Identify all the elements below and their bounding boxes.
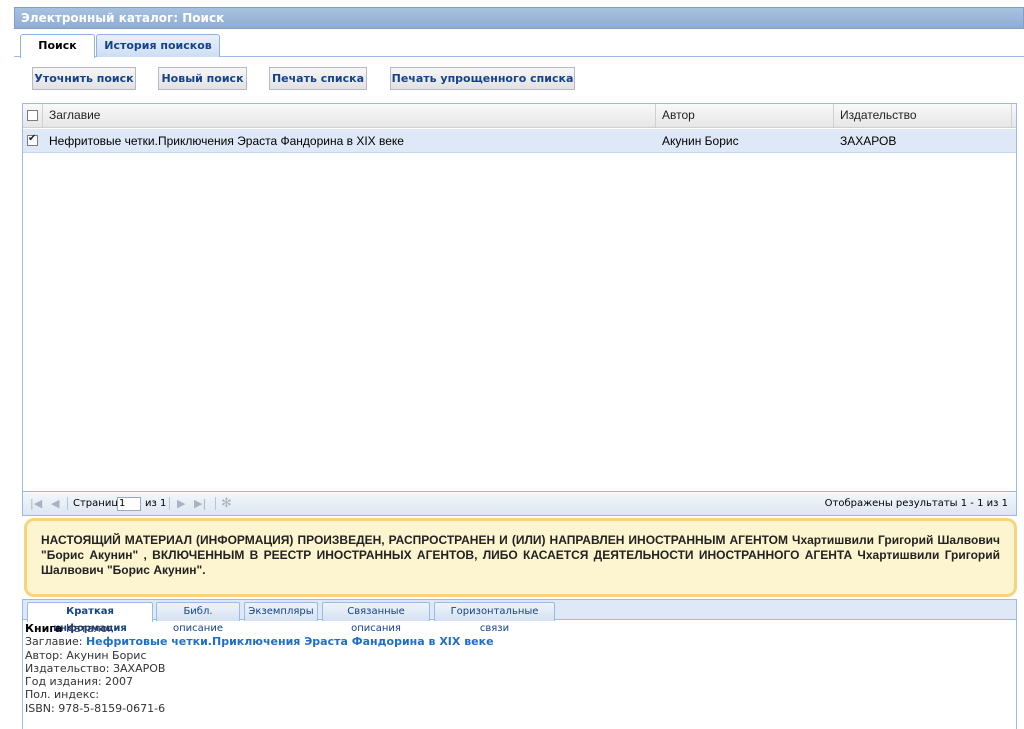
tab-horizontal-links[interactable]: Горизонтальные связи	[434, 602, 555, 634]
info-year: Год издания: 2007	[25, 675, 134, 689]
last-page-icon[interactable]: ▶|	[194, 492, 206, 515]
pager-separator	[67, 497, 68, 510]
info-publisher: Издательство: ЗАХАРОВ	[25, 661, 166, 675]
column-title[interactable]: Заглавие	[43, 104, 656, 127]
info-isbn: ISBN: 978-5-8159-0671-6	[25, 701, 166, 715]
tab-copies[interactable]: Экземпляры	[244, 602, 318, 621]
tab-brief-info[interactable]: Краткая информация	[27, 602, 153, 634]
info-author: Автор: Акунин Борис	[25, 648, 147, 662]
pager-separator	[169, 497, 170, 510]
refresh-icon[interactable]: ✻	[221, 492, 232, 515]
row-checkbox[interactable]	[27, 133, 38, 146]
foreign-agent-warning: НАСТОЯЩИЙ МАТЕРИАЛ (ИНФОРМАЦИЯ) ПРОИЗВЕД…	[24, 518, 1017, 597]
info-type: Книга Каталог	[25, 622, 1016, 635]
info-title-label: Заглавие:	[25, 635, 86, 649]
results-grid: Заглавие Автор Издательство Нефритовые ч…	[22, 103, 1017, 516]
new-search-button[interactable]: Новый поиск	[158, 67, 247, 90]
table-row[interactable]: Нефритовые четки.Приключения Эраста Фанд…	[23, 129, 1016, 153]
refine-search-button[interactable]: Уточнить поиск	[32, 67, 136, 90]
info-type-bold: Книга	[25, 622, 63, 635]
print-simple-list-button[interactable]: Печать упрощенного списка	[390, 67, 575, 90]
next-page-icon[interactable]: ▶	[177, 492, 185, 515]
brief-info-panel: Книга Каталог Заглавие: Нефритовые четки…	[22, 620, 1017, 729]
row-author: Акунин Борис	[662, 134, 739, 148]
column-publisher[interactable]: Издательство	[834, 104, 1012, 127]
info-title: Заглавие: Нефритовые четки.Приключения Э…	[25, 635, 1016, 648]
page-count: из 1	[145, 498, 167, 509]
results-count: Отображены результаты 1 - 1 из 1	[824, 498, 1008, 509]
info-index: Пол. индекс:	[25, 688, 100, 702]
pager-separator	[215, 497, 216, 510]
main-tabs: Поиск История поисков	[14, 34, 1024, 58]
prev-page-icon[interactable]: ◀	[51, 492, 59, 515]
tab-search[interactable]: Поиск	[20, 34, 95, 58]
tab-bibl-description[interactable]: Библ. описание	[156, 602, 240, 634]
pager: |◀ ◀ Страница 1 из 1 ▶ ▶| ✻ Отображены р…	[23, 491, 1016, 515]
select-all-cell	[23, 104, 43, 127]
row-publisher: ЗАХАРОВ	[840, 134, 897, 148]
tab-search-history[interactable]: История поисков	[96, 34, 220, 57]
column-author[interactable]: Автор	[656, 104, 834, 127]
window-title: Электронный каталог: Поиск	[14, 7, 1024, 29]
print-list-button[interactable]: Печать списка	[269, 67, 367, 90]
info-title-link[interactable]: Нефритовые четки.Приключения Эраста Фанд…	[86, 635, 494, 648]
detail-tabs: Краткая информация Библ. описание Экземп…	[22, 599, 1017, 634]
tab-related-descriptions[interactable]: Связанные описания	[322, 602, 430, 634]
row-title: Нефритовые четки.Приключения Эраста Фанд…	[49, 134, 404, 148]
first-page-icon[interactable]: |◀	[30, 492, 42, 515]
page-input[interactable]: 1	[117, 497, 141, 511]
select-all-checkbox[interactable]	[27, 110, 38, 121]
grid-header: Заглавие Автор Издательство	[23, 104, 1016, 128]
info-type-rest: Каталог	[62, 622, 114, 635]
